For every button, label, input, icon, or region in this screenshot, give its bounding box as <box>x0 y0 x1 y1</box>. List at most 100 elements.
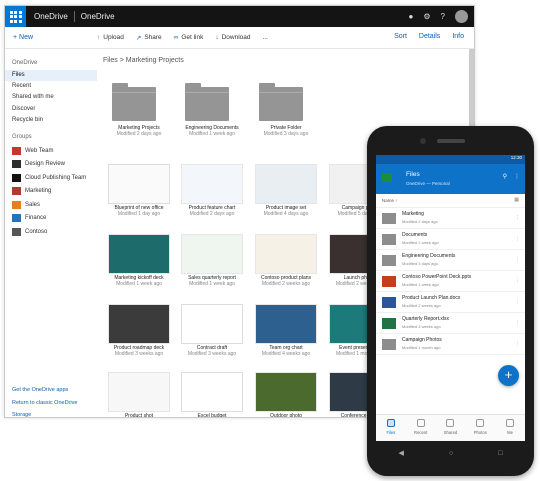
list-item-title: Documents <box>402 232 428 238</box>
more-icon[interactable]: ⋮ <box>514 173 520 180</box>
divider <box>73 11 75 22</box>
view-toggle-icon[interactable]: ▦ <box>514 197 519 203</box>
more-icon[interactable]: ⋮ <box>515 278 520 284</box>
breadcrumb[interactable]: Files > Marketing Projects <box>103 57 184 64</box>
group-label: Contoso <box>25 228 48 235</box>
file-name: Contract draft <box>196 345 228 351</box>
more-icon[interactable]: ⋮ <box>515 341 520 347</box>
sort-label: Name ↑ <box>382 198 398 203</box>
sidebar-group-item[interactable]: Finance <box>12 211 97 225</box>
status-bar: 12:30 <box>376 155 525 164</box>
share-icon: ↗ <box>135 34 142 42</box>
storage-link[interactable]: Storage <box>12 409 77 417</box>
file-tile[interactable]: Product roadmap deck Modified 3 weeks ago <box>108 304 170 364</box>
list-item[interactable]: Engineering Documents Modified 3 days ago… <box>376 250 525 271</box>
file-caption: Sales quarterly report Modified 1 week ag… <box>181 275 243 288</box>
file-thumbnail <box>181 83 243 124</box>
more-button[interactable]: ... <box>263 34 268 41</box>
more-icon[interactable]: ⋮ <box>515 257 520 263</box>
sidebar-item-discover[interactable]: Discover <box>12 104 97 115</box>
list-item[interactable]: Documents Modified 1 week ago ⋮ <box>376 229 525 250</box>
sidebar-item-recent[interactable]: Recent <box>12 81 97 92</box>
list-item[interactable]: Quarterly Report.xlsx Modified 3 weeks ag… <box>376 313 525 334</box>
file-tile[interactable]: Marketing kickoff deck Modified 1 week ag… <box>108 234 170 294</box>
new-button[interactable]: + New <box>5 34 97 41</box>
upload-button[interactable]: ↑ Upload <box>97 34 124 41</box>
file-tile[interactable]: Sales quarterly report Modified 1 week ag… <box>181 234 243 294</box>
list-item[interactable]: Contoso PowerPoint Deck.pptx Modified 1 w… <box>376 271 525 292</box>
group-icon <box>12 146 21 155</box>
details-button[interactable]: Details <box>419 33 440 40</box>
app-launcher-icon[interactable] <box>5 6 26 27</box>
list-item[interactable]: Marketing Modified 2 days ago ⋮ <box>376 208 525 229</box>
link-label: Get link <box>181 34 204 41</box>
more-icon[interactable]: ⋮ <box>515 299 520 305</box>
sidebar-group-item[interactable]: Marketing <box>12 184 97 198</box>
file-tile[interactable]: Outdoor photoModified 1 month ago <box>255 372 317 417</box>
get-apps-link[interactable]: Get the OneDrive apps <box>12 384 77 397</box>
android-nav: ◀ ○ □ <box>376 444 525 462</box>
file-tile[interactable]: Excel budgetModified 1 month ago <box>181 372 243 417</box>
help-icon[interactable]: ? <box>441 12 445 21</box>
gear-icon[interactable]: ⚙ <box>423 12 430 21</box>
sidebar-group-item[interactable]: Cloud Publishing Team <box>12 171 97 185</box>
group-icon <box>12 214 21 223</box>
group-label: Cloud Publishing Team <box>25 174 87 181</box>
list-item[interactable]: Product Launch Plan.docx Modified 2 weeks… <box>376 292 525 313</box>
list-item-subtitle: Modified 3 days ago <box>402 261 438 266</box>
back-icon[interactable]: ◀ <box>399 449 404 457</box>
sort-button[interactable]: Sort <box>394 33 407 40</box>
recents-icon[interactable]: □ <box>498 450 502 457</box>
info-icon[interactable]: Info <box>452 33 464 40</box>
more-icon[interactable]: ⋮ <box>515 320 520 326</box>
file-modified: Modified 4 days ago <box>263 211 309 218</box>
bell-icon[interactable]: ● <box>409 12 414 21</box>
location-label: OneDrive <box>80 12 115 21</box>
phone-screen: 12:30 Files OneDrive — Personal ⚲ ⋮ Name … <box>376 155 525 441</box>
file-caption: Marketing kickoff deck Modified 1 week ag… <box>108 275 170 288</box>
share-button[interactable]: ↗ Share <box>136 34 162 42</box>
tab-files[interactable]: Files <box>376 415 406 441</box>
file-caption: Product feature chart Modified 2 days ago <box>181 205 243 218</box>
sidebar-group-item[interactable]: Contoso <box>12 225 97 239</box>
file-tile[interactable]: Engineering Documents Modified 1 week ago <box>181 83 243 144</box>
file-tile[interactable]: Blueprint of new office Modified 1 day ag… <box>108 164 170 224</box>
avatar[interactable] <box>455 10 468 23</box>
file-tile[interactable]: Private Folder Modified 3 days ago <box>255 83 317 144</box>
tab-recent[interactable]: Recent <box>406 415 436 441</box>
list-item[interactable]: Campaign Photos Modified 1 month ago ⋮ <box>376 334 525 355</box>
sidebar-group-item[interactable]: Sales <box>12 198 97 212</box>
group-label: Design Review <box>25 161 66 168</box>
file-tile[interactable]: Contract draft Modified 3 weeks ago <box>181 304 243 364</box>
file-tile[interactable]: Marketing Projects Modified 2 days ago <box>108 83 170 144</box>
classic-link[interactable]: Return to classic OneDrive <box>12 397 77 410</box>
search-icon[interactable]: ⚲ <box>503 173 507 180</box>
add-button[interactable]: + <box>498 365 519 386</box>
file-tile[interactable]: Product shotModified 1 month ago <box>108 372 170 417</box>
file-tile[interactable]: Contoso product plans Modified 2 weeks ag… <box>255 234 317 294</box>
file-thumbnail <box>108 164 170 204</box>
home-icon[interactable]: ○ <box>449 450 453 457</box>
sidebar-group-item[interactable]: Web Team <box>12 144 97 158</box>
sidebar-item-recycle[interactable]: Recycle bin <box>12 115 97 126</box>
tab-me[interactable]: Me <box>495 415 525 441</box>
file-tile[interactable]: Product image set Modified 4 days ago <box>255 164 317 224</box>
get-link-button[interactable]: ∞ Get link <box>174 34 204 41</box>
list-item-subtitle: Modified 2 days ago <box>402 219 438 224</box>
file-tile[interactable]: Team org chart Modified 4 weeks ago <box>255 304 317 364</box>
tab-shared[interactable]: Shared <box>436 415 466 441</box>
more-icon[interactable]: ⋮ <box>515 236 520 242</box>
more-icon[interactable]: ⋮ <box>515 215 520 221</box>
sort-row[interactable]: Name ↑ ▦ <box>376 194 525 208</box>
file-caption: Engineering Documents Modified 1 week ago <box>181 125 243 138</box>
file-name: Engineering Documents <box>185 125 239 131</box>
sidebar-group-item[interactable]: Design Review <box>12 157 97 171</box>
tab-photos[interactable]: Photos <box>465 415 495 441</box>
command-bar: + New ↑ Upload ↗ Share ∞ Get link ↓ Download… <box>5 27 474 49</box>
sidebar-item-shared[interactable]: Shared with me <box>12 92 97 103</box>
download-button[interactable]: ↓ Download <box>215 34 250 41</box>
file-tile[interactable]: Product feature chart Modified 2 days ago <box>181 164 243 224</box>
brand-name[interactable]: OneDrive <box>34 12 68 21</box>
sidebar-item-files[interactable]: Files <box>5 70 97 82</box>
upload-icon: ↑ <box>97 34 101 41</box>
